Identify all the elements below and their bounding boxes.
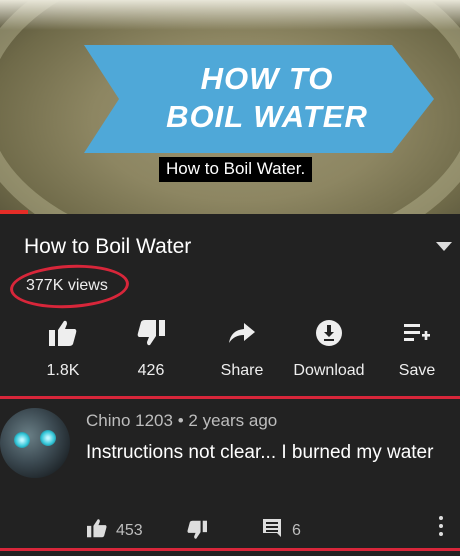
share-button[interactable]: Share xyxy=(212,318,272,380)
video-caption: How to Boil Water. xyxy=(159,157,313,182)
download-button[interactable]: Download xyxy=(286,318,372,380)
divider-bottom xyxy=(0,548,460,551)
more-vert-icon[interactable] xyxy=(438,516,444,540)
thumbs-down-icon xyxy=(186,520,208,544)
save-button[interactable]: Save xyxy=(392,318,442,380)
dislike-count: 426 xyxy=(137,362,165,379)
comment-author[interactable]: Chino 1203 xyxy=(86,411,173,430)
comment-like-button[interactable]: 453 xyxy=(86,518,143,543)
thumbs-up-icon xyxy=(38,318,88,348)
video-progress-bar[interactable] xyxy=(0,210,28,214)
video-title: How to Boil Water xyxy=(24,235,192,258)
save-label: Save xyxy=(398,362,436,379)
comment-reply-button[interactable]: 6 xyxy=(262,518,301,543)
expand-chevron-icon[interactable] xyxy=(436,242,452,251)
download-label: Download xyxy=(293,362,365,379)
comment-reply-count: 6 xyxy=(292,521,301,539)
banner-line-2: BOIL WATER xyxy=(166,99,368,134)
banner-line-1: HOW TO xyxy=(200,61,334,96)
share-label: Share xyxy=(220,362,264,379)
reply-icon xyxy=(262,518,282,543)
comment-time: 2 years ago xyxy=(188,411,278,430)
like-count: 1.8K xyxy=(46,362,80,379)
thumbs-down-icon xyxy=(126,318,176,348)
like-button[interactable]: 1.8K xyxy=(38,318,88,380)
video-title-banner: HOW TO BOIL WATER xyxy=(84,45,434,153)
thumbs-up-icon xyxy=(86,518,108,543)
video-player[interactable]: HOW TO BOIL WATER How to Boil Water. xyxy=(0,0,460,214)
comment-separator: • xyxy=(177,411,184,430)
dislike-button[interactable]: 426 xyxy=(126,318,176,380)
comment-dislike-button[interactable] xyxy=(186,520,208,545)
view-count: 377K views xyxy=(26,277,108,294)
comment-text: Instructions not clear... I burned my wa… xyxy=(86,442,434,463)
share-arrow-icon xyxy=(212,318,272,348)
comment-like-count: 453 xyxy=(116,521,143,539)
comment-header: Chino 1203 • 2 years ago xyxy=(86,411,277,431)
divider-top xyxy=(0,396,460,399)
download-icon xyxy=(286,318,372,348)
playlist-add-icon xyxy=(392,318,442,348)
avatar[interactable] xyxy=(0,408,70,478)
